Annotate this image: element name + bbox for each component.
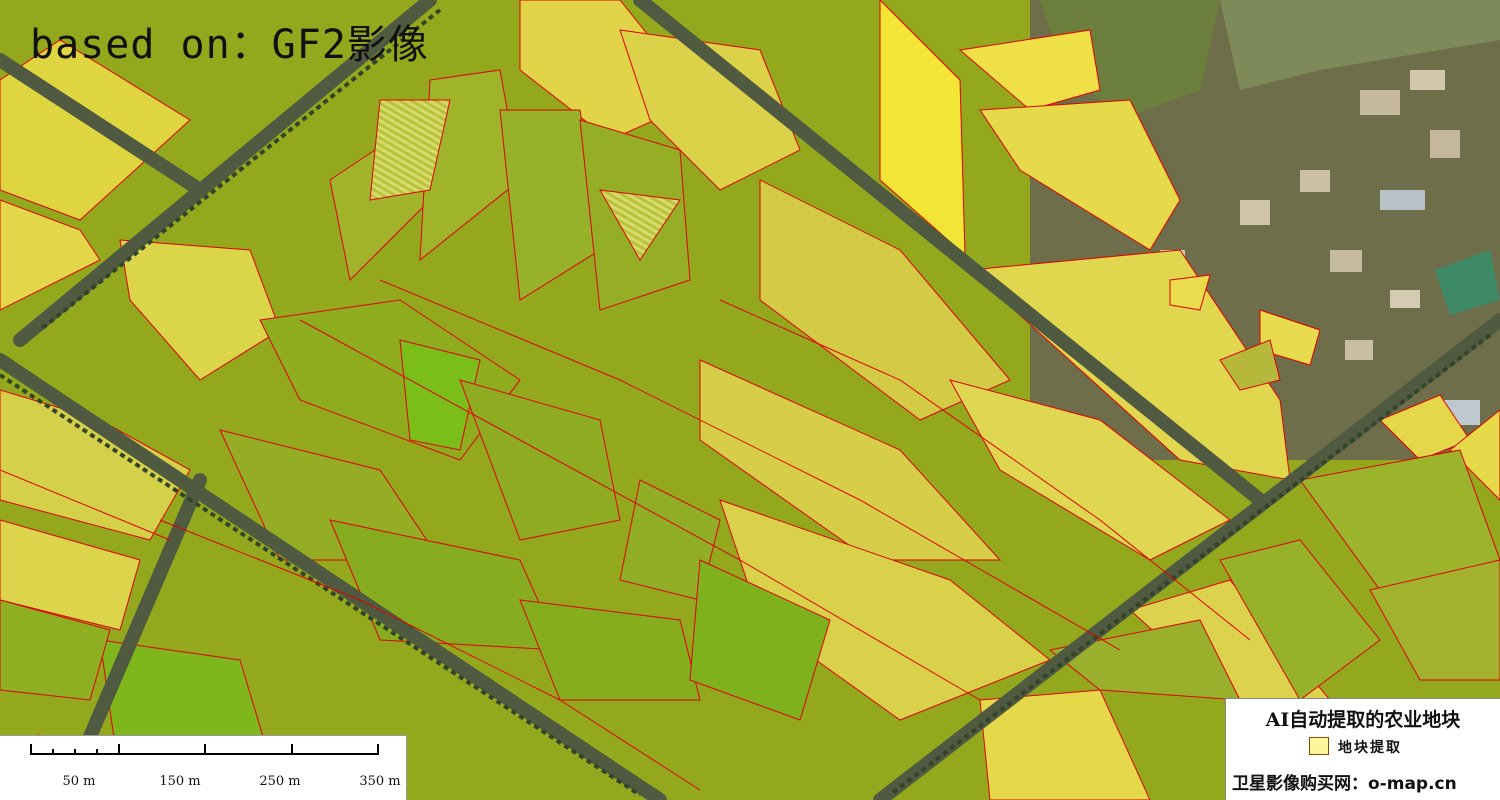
scale-label: 50 m <box>62 774 96 789</box>
scale-label: 150 m <box>159 774 201 789</box>
legend-swatch-field-extraction <box>1309 737 1329 755</box>
scale-tick <box>30 744 32 755</box>
scale-tick <box>52 749 54 755</box>
scale-tick <box>377 744 379 755</box>
scale-label: 250 m <box>259 774 301 789</box>
legend-label-field-extraction: 地块提取 <box>1338 740 1402 756</box>
scale-label: 350 m <box>359 774 401 789</box>
scale-tick <box>291 744 293 755</box>
legend-website: 卫星影像购买网：o-map.cn <box>1232 774 1457 794</box>
map-legend: AI自动提取的农业地块 地块提取 卫星影像购买网：o-map.cn <box>1225 698 1500 800</box>
image-source-title: based on：GF2影像 <box>30 22 429 68</box>
scale-tick <box>118 744 120 755</box>
scale-tick <box>96 749 98 755</box>
scale-bar: 50 m 150 m 250 m 350 m <box>0 735 407 800</box>
scale-tick <box>74 749 76 755</box>
legend-title: AI自动提取的农业地块 <box>1265 709 1461 731</box>
scale-tick <box>204 744 206 755</box>
satellite-map[interactable] <box>0 0 1500 800</box>
